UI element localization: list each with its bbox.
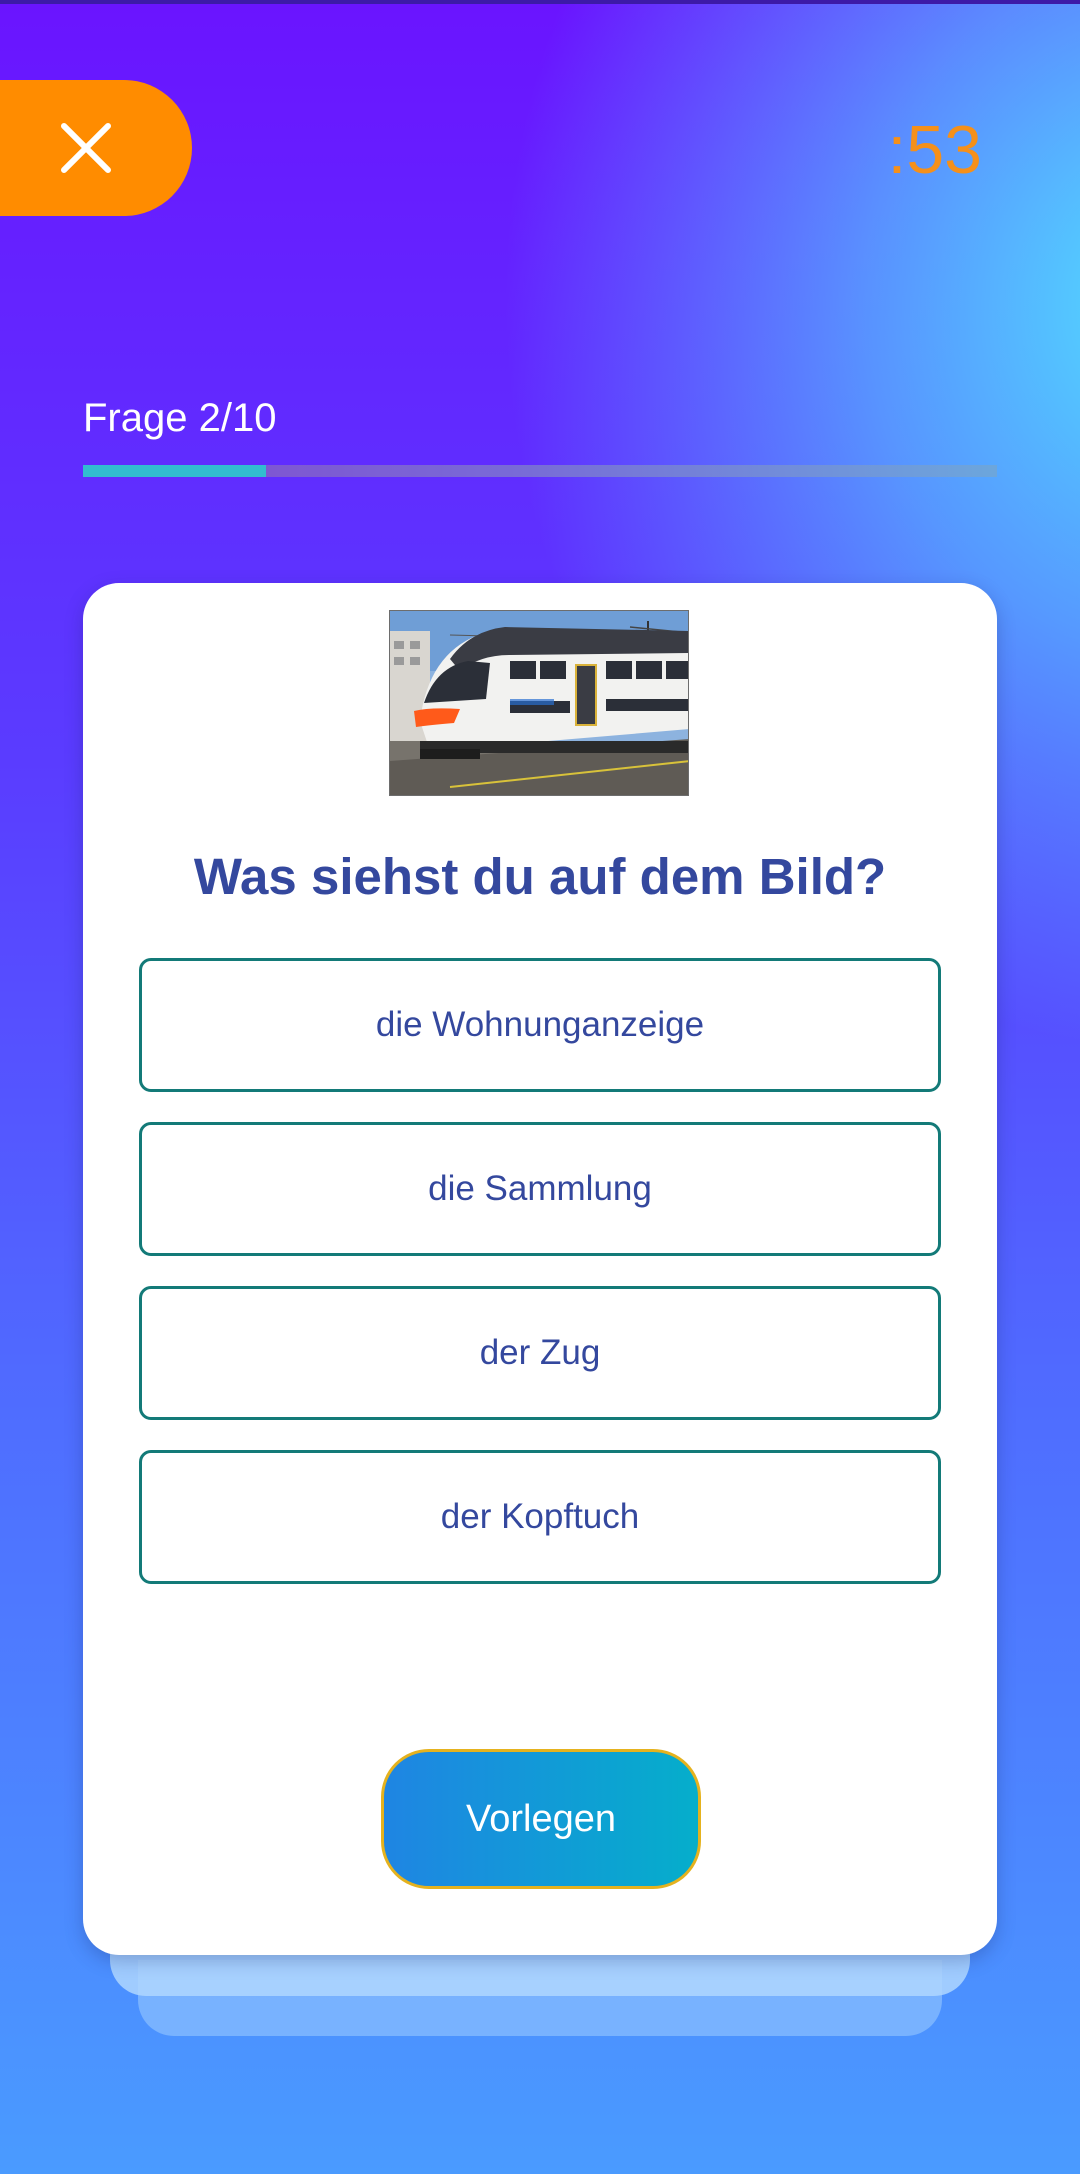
train-photo	[390, 611, 688, 795]
question-card: Was siehst du auf dem Bild? die Wohnunga…	[83, 583, 997, 1955]
answer-option-4[interactable]: der Kopftuch	[139, 1450, 941, 1584]
submit-button[interactable]: Vorlegen	[381, 1749, 701, 1889]
progress-bar-fill	[83, 465, 266, 477]
question-counter: Frage 2/10	[83, 396, 277, 440]
answer-option-2[interactable]: die Sammlung	[139, 1122, 941, 1256]
progress-bar	[83, 465, 997, 477]
close-button[interactable]	[0, 80, 192, 216]
answer-option-1[interactable]: die Wohnunganzeige	[139, 958, 941, 1092]
close-icon	[61, 123, 111, 173]
answer-option-3[interactable]: der Zug	[139, 1286, 941, 1420]
question-text: Was siehst du auf dem Bild?	[193, 848, 887, 905]
countdown-timer: :53	[887, 112, 982, 188]
quiz-screen: :53 Frage 2/10 Was siehst du auf dem Bil…	[0, 0, 1080, 2174]
top-border	[0, 0, 1080, 4]
question-image	[389, 610, 689, 796]
